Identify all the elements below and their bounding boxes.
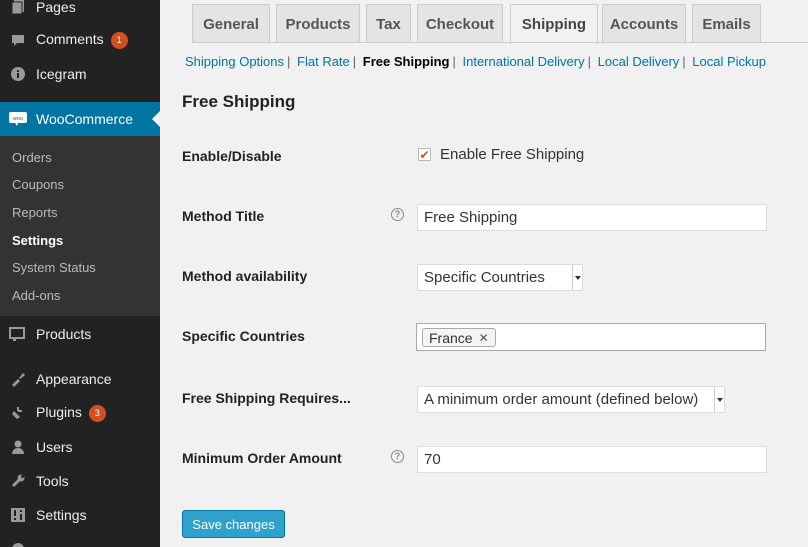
method-title-label: Method Title (182, 208, 265, 224)
menu-item-users[interactable]: Users (0, 430, 160, 464)
plugins-update-badge: 3 (88, 405, 106, 422)
subnav-local-pickup[interactable]: Local Pickup (692, 54, 766, 69)
plugins-icon (8, 403, 28, 423)
help-icon[interactable]: ? (391, 208, 404, 221)
subnav-international-delivery[interactable]: International Delivery (462, 54, 584, 69)
menu-item-tools[interactable]: Tools (0, 464, 160, 498)
subnav-local-delivery[interactable]: Local Delivery (598, 54, 680, 69)
menu-item-pages[interactable]: Pages (0, 0, 160, 24)
users-icon (8, 437, 28, 457)
method-availability-label: Method availability (182, 268, 308, 284)
tab-tax[interactable]: Tax (366, 4, 411, 43)
info-icon (8, 64, 28, 84)
menu-label-woocommerce: WooCommerce (36, 111, 133, 127)
remove-icon[interactable]: ✕ (479, 331, 489, 345)
shipping-subnav: Shipping Options | Flat Rate | Free Shippi… (185, 54, 767, 69)
woocommerce-submenu: Orders Coupons Reports Settings System S… (0, 136, 160, 316)
subnav-free-shipping: Free Shipping (362, 54, 450, 69)
page-title: Free Shipping (182, 92, 296, 111)
tab-general[interactable]: General (192, 4, 270, 43)
comments-icon (8, 30, 28, 50)
tab-checkout[interactable]: Checkout (417, 4, 503, 43)
menu-item-settings[interactable]: Settings (0, 498, 160, 532)
enable-free-shipping-checkbox[interactable]: ✔ (418, 147, 431, 162)
svg-text:woo: woo (13, 116, 23, 122)
more-icon (8, 539, 28, 547)
submenu-add-ons[interactable]: Add-ons (12, 288, 60, 303)
subnav-flat-rate[interactable]: Flat Rate (297, 54, 350, 69)
menu-item-more[interactable] (0, 532, 160, 547)
free-shipping-requires-select[interactable]: A minimum order amount (defined below) (417, 386, 725, 413)
pages-icon (8, 0, 28, 17)
free-shipping-requires-label: Free Shipping Requires... (182, 390, 351, 406)
method-availability-select[interactable]: Specific Countries (417, 264, 583, 291)
menu-item-woocommerce[interactable]: woo WooCommerce (0, 102, 160, 136)
tab-accounts[interactable]: Accounts (602, 4, 686, 43)
tab-emails[interactable]: Emails (692, 4, 761, 43)
products-icon (8, 324, 28, 344)
menu-label-users: Users (36, 439, 73, 455)
method-availability-value: Specific Countries (424, 269, 545, 286)
menu-label-icegram: Icegram (36, 66, 87, 82)
menu-item-products[interactable]: Products (0, 317, 160, 351)
submenu-reports[interactable]: Reports (12, 205, 58, 220)
free-shipping-requires-value: A minimum order amount (defined below) (424, 391, 699, 408)
checkmark-icon: ✔ (419, 147, 430, 162)
menu-label-appearance: Appearance (36, 371, 112, 387)
submenu-orders[interactable]: Orders (12, 150, 52, 165)
minimum-order-amount-input[interactable]: 70 (417, 446, 767, 473)
menu-label-pages: Pages (36, 0, 76, 15)
menu-label-settings: Settings (36, 507, 87, 523)
save-changes-button[interactable]: Save changes (182, 510, 285, 538)
method-title-input[interactable]: Free Shipping (417, 204, 767, 231)
menu-label-plugins: Plugins (36, 404, 82, 420)
submenu-settings[interactable]: Settings (12, 233, 63, 248)
settings-icon (8, 505, 28, 525)
current-menu-arrow (152, 111, 160, 127)
subnav-shipping-options[interactable]: Shipping Options (185, 54, 284, 69)
appearance-icon (8, 369, 28, 389)
submenu-system-status[interactable]: System Status (12, 260, 96, 275)
settings-content: General Products Tax Checkout Shipping A… (160, 0, 808, 547)
enable-disable-label: Enable/Disable (182, 148, 282, 164)
chevron-down-icon (572, 265, 582, 290)
chevron-down-icon (714, 387, 724, 412)
country-token: France ✕ (422, 328, 496, 347)
tab-shipping[interactable]: Shipping (510, 4, 598, 44)
menu-item-icegram[interactable]: Icegram (0, 57, 160, 91)
enable-free-shipping-label[interactable]: Enable Free Shipping (440, 146, 584, 163)
menu-label-products: Products (36, 326, 92, 342)
menu-label-tools: Tools (36, 473, 69, 489)
country-token-label: France (429, 329, 473, 346)
menu-item-comments[interactable]: Comments 1 (0, 23, 160, 57)
tabs-divider (192, 42, 808, 43)
submenu-coupons[interactable]: Coupons (12, 177, 64, 192)
tab-products[interactable]: Products (276, 4, 360, 43)
woo-icon: woo (8, 109, 28, 129)
menu-label-comments: Comments (36, 31, 104, 47)
help-icon[interactable]: ? (391, 450, 404, 463)
tools-icon (8, 471, 28, 491)
minimum-order-amount-label: Minimum Order Amount (182, 450, 342, 466)
admin-sidebar: Pages Comments 1 Icegram woo WooCommerce … (0, 0, 160, 547)
comments-count-badge: 1 (110, 32, 128, 49)
specific-countries-field[interactable]: France ✕ (416, 323, 766, 351)
menu-item-appearance[interactable]: Appearance (0, 362, 160, 396)
menu-item-plugins[interactable]: Plugins 3 (0, 396, 160, 430)
specific-countries-label: Specific Countries (182, 328, 305, 344)
